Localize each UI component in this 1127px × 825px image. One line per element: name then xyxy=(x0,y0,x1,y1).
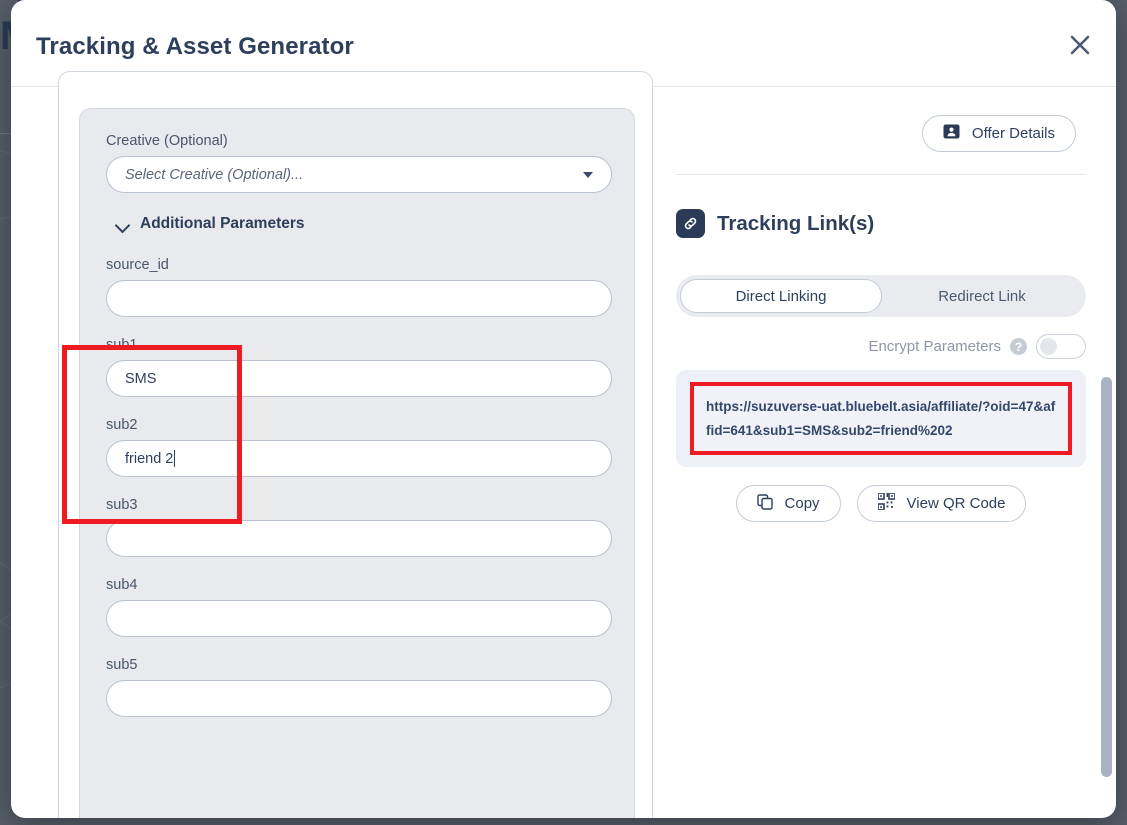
tracking-url-container: https://suzuverse-uat.bluebelt.asia/affi… xyxy=(676,370,1086,467)
field-sub5: sub5 xyxy=(106,657,608,717)
id-badge-icon xyxy=(943,124,960,143)
field-label-source_id: source_id xyxy=(106,257,608,273)
field-label-sub5: sub5 xyxy=(106,657,608,673)
offer-details-row: Offer Details xyxy=(676,115,1086,152)
tracking-asset-generator-dialog: Tracking & Asset Generator Creative (Opt… xyxy=(11,0,1116,818)
additional-parameters-label: Additional Parameters xyxy=(140,215,305,233)
dialog-scrollbar[interactable] xyxy=(1101,177,1112,818)
input-sub1[interactable]: SMS xyxy=(106,360,612,397)
input-sub3[interactable] xyxy=(106,520,612,557)
input-sub4[interactable] xyxy=(106,600,612,637)
field-source_id: source_id xyxy=(106,257,608,317)
field-sub3: sub3 xyxy=(106,497,608,557)
help-icon[interactable]: ? xyxy=(1010,338,1027,355)
input-sub5[interactable] xyxy=(106,680,612,717)
field-label-sub2: sub2 xyxy=(106,417,608,433)
field-sub4: sub4 xyxy=(106,577,608,637)
tracking-link-actions: Copy xyxy=(676,485,1086,522)
link-type-tabs: Direct LinkingRedirect Link xyxy=(676,275,1086,317)
scrollbar-thumb[interactable] xyxy=(1101,377,1112,777)
encrypt-parameters-label: Encrypt Parameters xyxy=(868,338,1001,355)
field-sub1: sub1 SMS xyxy=(106,337,608,397)
copy-label: Copy xyxy=(785,495,820,512)
additional-parameters-toggle[interactable]: Additional Parameters xyxy=(116,215,608,233)
field-label-creative: Creative (Optional) xyxy=(106,133,608,149)
creative-select-placeholder: Select Creative (Optional)... xyxy=(125,167,303,183)
link-icon xyxy=(676,209,705,238)
copy-icon xyxy=(757,494,773,514)
page-title: Tracking & Asset Generator xyxy=(36,33,354,61)
view-qr-code-label: View QR Code xyxy=(907,495,1006,512)
input-sub2[interactable]: friend 2 xyxy=(106,440,612,477)
field-label-sub1: sub1 xyxy=(106,337,608,353)
tracking-url-highlight: https://suzuverse-uat.bluebelt.asia/affi… xyxy=(690,382,1072,455)
tracking-url-text[interactable]: https://suzuverse-uat.bluebelt.asia/affi… xyxy=(706,395,1056,442)
field-sub2: sub2 friend 2 xyxy=(106,417,608,477)
form-panel: Creative (Optional) Select Creative (Opt… xyxy=(11,87,648,818)
view-qr-code-button[interactable]: View QR Code xyxy=(857,485,1027,522)
tracking-link-panel: Offer Details Tracking Link(s) Direct Li… xyxy=(648,87,1116,818)
creative-select[interactable]: Select Creative (Optional)... xyxy=(106,156,612,193)
chevron-down-icon xyxy=(116,220,130,229)
qr-code-icon xyxy=(878,493,895,514)
dialog-body: Creative (Optional) Select Creative (Opt… xyxy=(11,87,1116,818)
offer-details-label: Offer Details xyxy=(972,125,1055,142)
input-value-sub2: friend 2 xyxy=(125,451,173,467)
chevron-down-icon xyxy=(583,172,593,178)
additional-parameters-fields: source_id sub1 SMS sub2 friend 2 sub3 sub4 sub5 xyxy=(106,257,608,717)
input-source_id[interactable] xyxy=(106,280,612,317)
tab-redirect-link[interactable]: Redirect Link xyxy=(882,279,1082,313)
form-card: Creative (Optional) Select Creative (Opt… xyxy=(79,108,635,818)
tracking-links-header: Tracking Link(s) xyxy=(676,209,1086,238)
tab-direct-linking[interactable]: Direct Linking xyxy=(680,279,882,313)
input-value-sub1: SMS xyxy=(125,371,156,387)
panel-divider xyxy=(676,174,1086,175)
copy-button[interactable]: Copy xyxy=(736,485,841,522)
offer-details-button[interactable]: Offer Details xyxy=(922,115,1076,152)
close-icon-svg xyxy=(1069,34,1091,56)
close-icon[interactable] xyxy=(1062,27,1098,63)
encrypt-parameters-row: Encrypt Parameters ? xyxy=(676,334,1086,359)
text-cursor xyxy=(174,450,175,467)
field-label-sub3: sub3 xyxy=(106,497,608,513)
field-label-sub4: sub4 xyxy=(106,577,608,593)
tracking-links-title: Tracking Link(s) xyxy=(717,212,874,236)
encrypt-parameters-toggle[interactable] xyxy=(1036,334,1086,359)
field-creative: Creative (Optional) Select Creative (Opt… xyxy=(106,133,608,193)
